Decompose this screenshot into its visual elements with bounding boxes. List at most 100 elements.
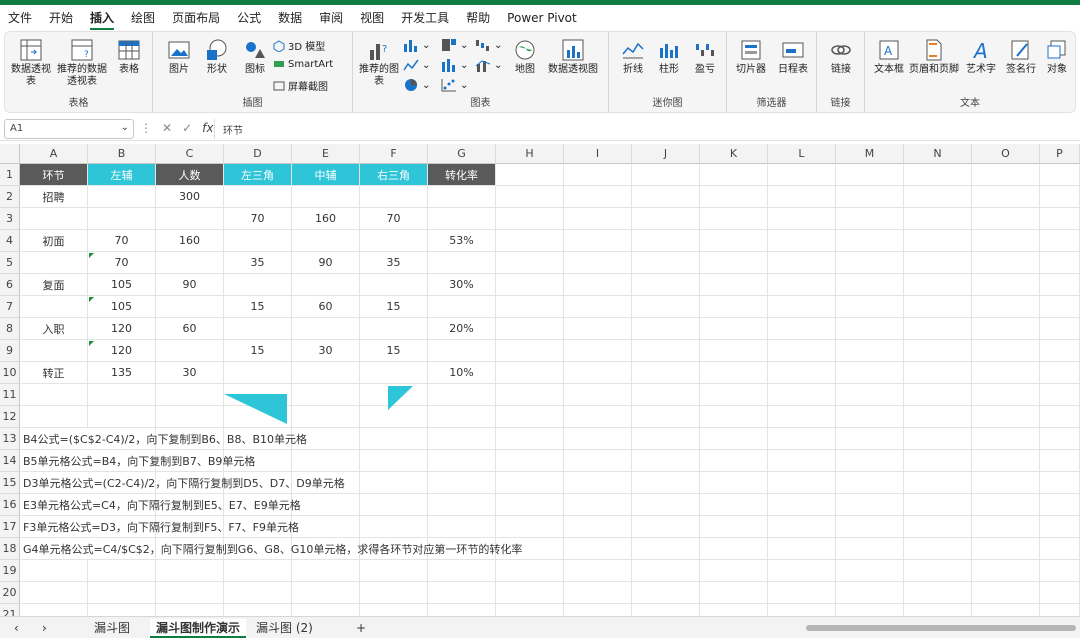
sheet-tab-2[interactable]: 漏斗图 (2) xyxy=(250,619,319,638)
row-header-11[interactable]: 11 xyxy=(0,384,20,406)
column-header-P[interactable]: P xyxy=(1040,144,1080,164)
cell[interactable] xyxy=(1040,516,1080,538)
cell[interactable] xyxy=(972,384,1040,406)
cell[interactable] xyxy=(700,450,768,472)
smartart-button[interactable]: SmartArt xyxy=(273,58,333,70)
cell[interactable] xyxy=(768,164,836,186)
table-cell[interactable]: 120 xyxy=(88,318,156,340)
chevron-down-icon[interactable]: ⌄ xyxy=(121,122,129,133)
cell[interactable] xyxy=(700,296,768,318)
cell[interactable] xyxy=(836,164,904,186)
cell[interactable] xyxy=(836,318,904,340)
cell[interactable] xyxy=(632,384,700,406)
column-header-C[interactable]: C xyxy=(156,144,224,164)
table-cell[interactable] xyxy=(88,186,156,208)
cell[interactable] xyxy=(632,318,700,340)
cell[interactable] xyxy=(904,560,972,582)
cell[interactable] xyxy=(1040,604,1080,616)
row-header-20[interactable]: 20 xyxy=(0,582,20,604)
cell[interactable] xyxy=(360,494,428,516)
cell[interactable] xyxy=(904,604,972,616)
cell[interactable] xyxy=(904,208,972,230)
cell[interactable] xyxy=(632,164,700,186)
cell[interactable] xyxy=(700,318,768,340)
cell[interactable] xyxy=(904,252,972,274)
table-cell[interactable]: 90 xyxy=(156,274,224,296)
formula-input[interactable]: 环节 xyxy=(214,119,1076,139)
column-header-A[interactable]: A xyxy=(20,144,88,164)
cell[interactable] xyxy=(972,582,1040,604)
recommended-pivot-button[interactable]: ? 推荐的数据透视表 xyxy=(57,38,107,88)
table-cell[interactable]: 70 xyxy=(88,230,156,252)
cell[interactable] xyxy=(972,516,1040,538)
menu-item-7[interactable]: 审阅 xyxy=(319,5,343,31)
cell[interactable] xyxy=(292,516,360,538)
fx-icon[interactable]: fx xyxy=(202,121,213,135)
table-cell[interactable] xyxy=(360,274,428,296)
cell[interactable] xyxy=(972,428,1040,450)
cell[interactable] xyxy=(700,560,768,582)
cell[interactable] xyxy=(632,538,700,560)
cell[interactable] xyxy=(496,274,564,296)
cell[interactable] xyxy=(564,560,632,582)
cell[interactable] xyxy=(632,450,700,472)
table-cell[interactable] xyxy=(156,296,224,318)
table-cell[interactable]: 30 xyxy=(156,362,224,384)
sparkline-column-button[interactable]: 柱形 xyxy=(649,38,689,76)
cell[interactable] xyxy=(904,472,972,494)
cell[interactable] xyxy=(632,516,700,538)
cell[interactable] xyxy=(496,582,564,604)
cell[interactable] xyxy=(564,604,632,616)
menu-item-8[interactable]: 视图 xyxy=(360,5,384,31)
map-button[interactable]: 地图 xyxy=(505,38,545,76)
cell[interactable] xyxy=(428,582,496,604)
cell[interactable] xyxy=(564,252,632,274)
cell[interactable] xyxy=(496,450,564,472)
table-cell[interactable] xyxy=(292,186,360,208)
menu-item-6[interactable]: 数据 xyxy=(278,5,302,31)
cell[interactable] xyxy=(904,450,972,472)
table-header-cell[interactable]: 人数 xyxy=(156,164,224,186)
signature-button[interactable]: 签名行 xyxy=(1001,38,1041,76)
menu-item-3[interactable]: 绘图 xyxy=(131,5,155,31)
cell[interactable] xyxy=(700,472,768,494)
table-header-cell[interactable]: 左辅 xyxy=(88,164,156,186)
cell[interactable] xyxy=(564,186,632,208)
cell[interactable] xyxy=(836,494,904,516)
cell[interactable] xyxy=(972,208,1040,230)
table-header-cell[interactable]: 转化率 xyxy=(428,164,496,186)
cell[interactable] xyxy=(428,604,496,616)
column-header-N[interactable]: N xyxy=(904,144,972,164)
table-cell[interactable]: 35 xyxy=(360,252,428,274)
cell[interactable] xyxy=(428,516,496,538)
cell[interactable] xyxy=(292,560,360,582)
table-cell[interactable] xyxy=(156,208,224,230)
table-cell[interactable] xyxy=(360,230,428,252)
cell[interactable] xyxy=(700,164,768,186)
combo-chart-dropdown[interactable]: ⌄ xyxy=(475,58,502,72)
cell[interactable] xyxy=(564,516,632,538)
cell[interactable] xyxy=(292,494,360,516)
cell[interactable] xyxy=(836,450,904,472)
cell[interactable] xyxy=(700,406,768,428)
cell[interactable] xyxy=(768,274,836,296)
table-cell[interactable]: 70 xyxy=(224,208,292,230)
table-cell[interactable] xyxy=(292,362,360,384)
cell[interactable] xyxy=(904,538,972,560)
cell[interactable] xyxy=(972,472,1040,494)
cell[interactable] xyxy=(768,362,836,384)
cell[interactable] xyxy=(88,406,156,428)
cell[interactable] xyxy=(904,164,972,186)
cell[interactable] xyxy=(496,604,564,616)
row-header-1[interactable]: 1 xyxy=(0,164,20,186)
cell[interactable] xyxy=(292,406,360,428)
cell[interactable] xyxy=(428,472,496,494)
cell[interactable] xyxy=(700,252,768,274)
horizontal-scrollbar[interactable] xyxy=(806,625,1076,631)
cell[interactable] xyxy=(768,516,836,538)
cell[interactable] xyxy=(20,384,88,406)
table-cell[interactable]: 300 xyxy=(156,186,224,208)
cell[interactable] xyxy=(496,186,564,208)
recommended-charts-button[interactable]: ? 推荐的图表 xyxy=(359,38,399,88)
row-header-2[interactable]: 2 xyxy=(0,186,20,208)
